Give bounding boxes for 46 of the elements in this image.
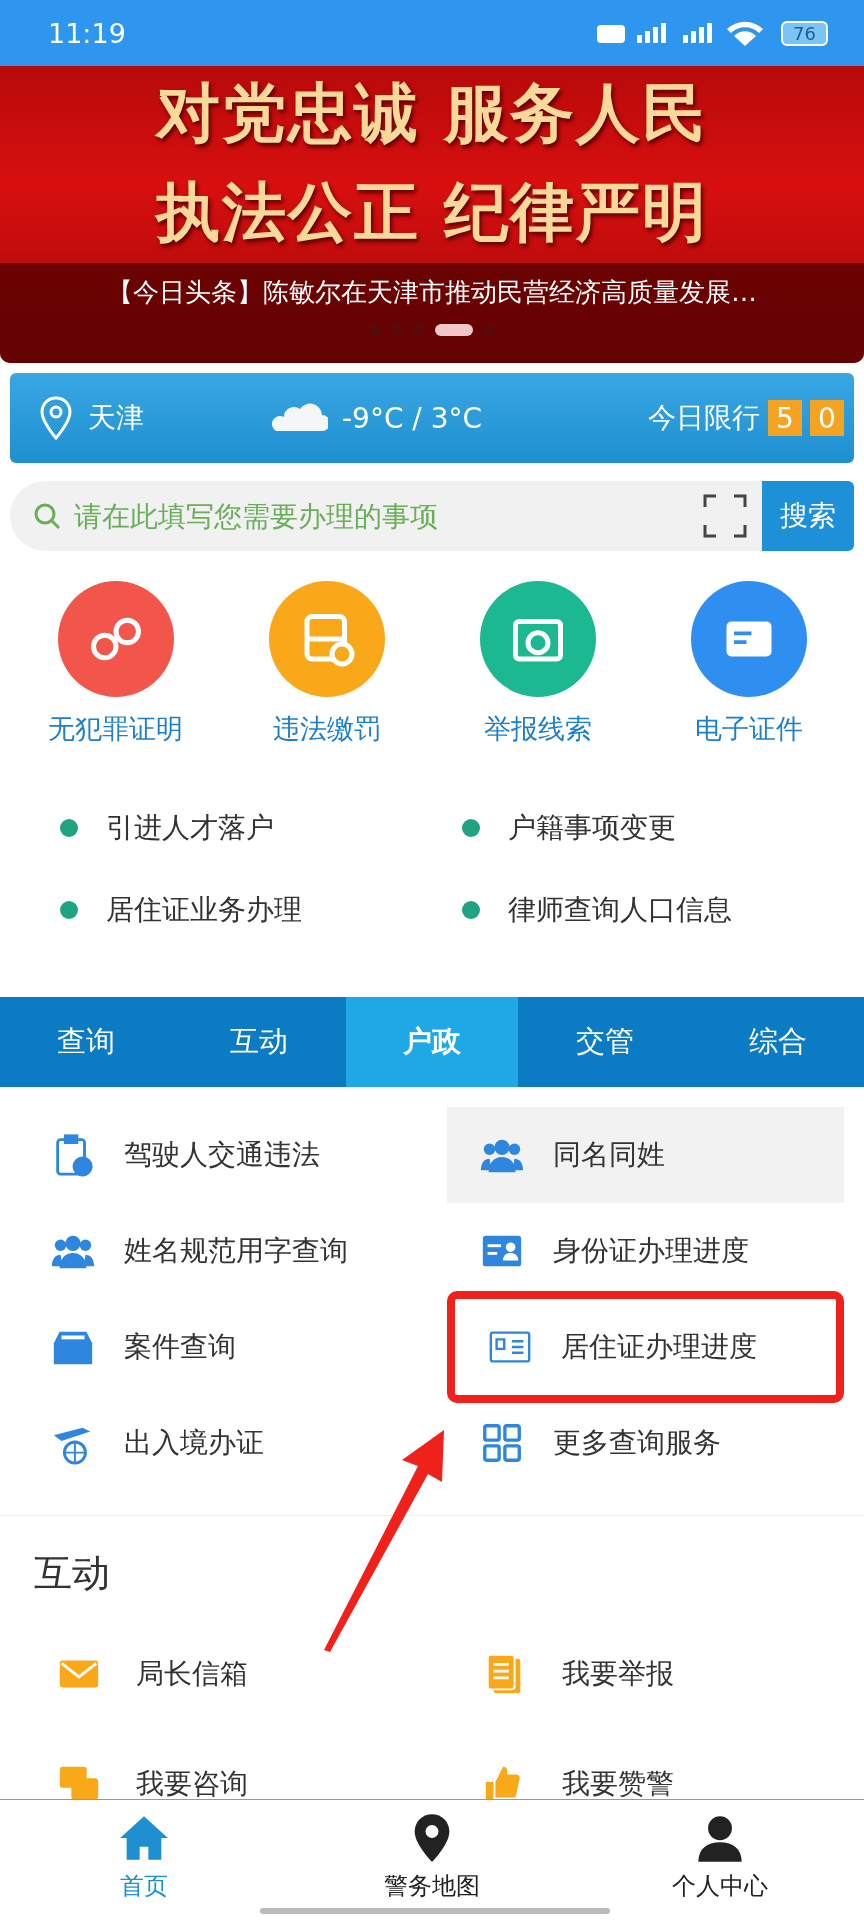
- search-bar[interactable]: 请在此填写您需要办理的事项: [10, 481, 762, 551]
- temperature: -9°C / 3°C: [342, 401, 483, 435]
- service-item[interactable]: 居住证办理进度: [455, 1299, 836, 1395]
- bullet-dot: [462, 819, 480, 837]
- bullet-dot: [462, 901, 480, 919]
- category-tab[interactable]: 交管: [518, 997, 692, 1087]
- service-item[interactable]: 出入境办证: [50, 1395, 264, 1491]
- service-item[interactable]: 姓名规范用字查询: [50, 1203, 348, 1299]
- status-time: 11:19: [48, 17, 126, 49]
- news-banner[interactable]: 对党忠诚 服务人民 执法公正 纪律严明 【今日头条】陈敏尔在天津市推动民营经济高质量发展…: [0, 66, 864, 363]
- service-link[interactable]: 居住证业务办理: [106, 891, 302, 929]
- nav-tab[interactable]: 个人中心: [576, 1800, 864, 1920]
- service-item[interactable]: 我要赞警: [460, 1729, 674, 1799]
- restriction-digit: 5: [768, 400, 802, 436]
- banner-slogan: 对党忠诚 服务人民: [153, 74, 710, 152]
- service-label[interactable]: 无犯罪证明: [48, 711, 183, 747]
- search-field[interactable]: 请在此填写您需要办理的事项: [72, 498, 692, 534]
- service-item[interactable]: 同名同姓: [447, 1107, 844, 1203]
- service-item[interactable]: 我要咨询: [56, 1729, 248, 1799]
- service-item[interactable]: 更多查询服务: [447, 1395, 844, 1491]
- city-name: 天津: [88, 400, 144, 436]
- restriction-label: 今日限行: [648, 400, 760, 436]
- bullet-dot: [60, 901, 78, 919]
- nav-tab[interactable]: 首页: [0, 1800, 288, 1920]
- service-link[interactable]: 户籍事项变更: [508, 809, 676, 847]
- category-tab[interactable]: 查询: [0, 997, 173, 1087]
- category-tab[interactable]: 互动: [172, 997, 346, 1087]
- banner-slogan: 执法公正 纪律严明: [153, 173, 710, 251]
- service-label[interactable]: 举报线索: [483, 711, 592, 747]
- battery-indicator: 76: [781, 20, 828, 46]
- service-item[interactable]: 局长信箱: [56, 1619, 248, 1729]
- restriction-digit: 0: [810, 400, 844, 436]
- service-link[interactable]: 引进人才落户: [106, 809, 274, 847]
- service-item[interactable]: 驾驶人交通违法: [50, 1107, 320, 1203]
- bullet-dot: [60, 819, 78, 837]
- service-label[interactable]: 违法缴罚: [272, 711, 381, 747]
- service-label[interactable]: 电子证件: [694, 711, 803, 747]
- category-tab[interactable]: 综合: [691, 997, 864, 1087]
- search-icon: [32, 501, 62, 531]
- service-item[interactable]: 案件查询: [50, 1299, 236, 1395]
- section-title: 互动: [33, 1550, 111, 1597]
- scan-icon[interactable]: [702, 493, 748, 539]
- service-item[interactable]: 身份证办理进度: [447, 1203, 844, 1299]
- service-link[interactable]: 律师查询人口信息: [508, 891, 732, 929]
- service-item[interactable]: 我要举报: [460, 1619, 674, 1729]
- location-pin-icon: [38, 395, 74, 441]
